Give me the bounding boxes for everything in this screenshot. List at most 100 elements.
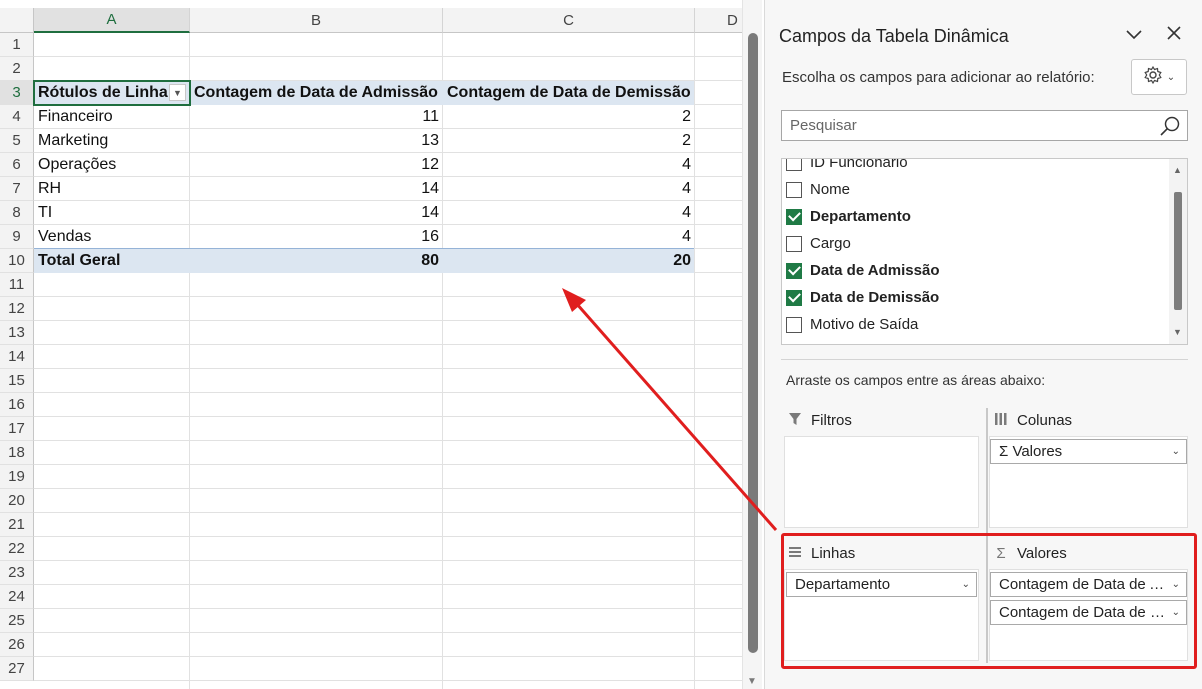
row-labels-filter-button[interactable]: ▼: [169, 84, 186, 101]
row-header[interactable]: 17: [0, 417, 34, 441]
row-header[interactable]: 23: [0, 561, 34, 585]
field-item[interactable]: Departamento: [786, 203, 911, 230]
gridline: [34, 488, 742, 489]
area-label-text: Colunas: [1017, 412, 1073, 429]
pivot-value-cell[interactable]: 12: [190, 153, 443, 177]
row-header[interactable]: 5: [0, 129, 34, 153]
field-item[interactable]: Cargo: [786, 230, 851, 257]
pivot-row-label[interactable]: Financeiro: [34, 105, 168, 129]
row-header[interactable]: 27: [0, 657, 34, 681]
values-field-demissao[interactable]: Contagem de Data de Demissão ⌄: [990, 600, 1187, 625]
field-checkbox[interactable]: [786, 159, 802, 171]
row-header[interactable]: 6: [0, 153, 34, 177]
row-header[interactable]: 12: [0, 297, 34, 321]
pivot-value-cell[interactable]: 13: [190, 129, 443, 153]
spreadsheet-grid[interactable]: A B C D 1 2 3 4 5 6 7 8 9 10 11 12 13 14 15 16 17 18 19 20 2…: [0, 0, 742, 689]
field-search-box[interactable]: [781, 110, 1188, 141]
scroll-up-arrow-icon[interactable]: ▲: [1173, 165, 1182, 175]
chevron-down-icon[interactable]: [1123, 25, 1145, 48]
row-header[interactable]: 11: [0, 273, 34, 297]
pivot-row-label[interactable]: TI: [34, 201, 168, 225]
row-header[interactable]: 16: [0, 393, 34, 417]
chevron-down-icon: ⌄: [1171, 607, 1180, 618]
field-item[interactable]: Data de Demissão: [786, 284, 939, 311]
sheet-vertical-scrollbar[interactable]: ▼: [742, 0, 762, 689]
field-label: Data de Admissão: [810, 262, 940, 279]
row-header[interactable]: 26: [0, 633, 34, 657]
row-header[interactable]: 10: [0, 249, 34, 273]
scroll-down-arrow-icon[interactable]: ▼: [747, 676, 757, 687]
column-header-c[interactable]: C: [443, 8, 695, 33]
pivot-value-cell[interactable]: 4: [443, 177, 695, 201]
tools-button[interactable]: ⌄: [1131, 59, 1187, 95]
field-item[interactable]: Data de Admissão: [786, 257, 940, 284]
field-list[interactable]: ID Funcionário Nome Departamento Cargo Data …: [781, 158, 1188, 345]
row-header[interactable]: 19: [0, 465, 34, 489]
pivot-header-cell[interactable]: Contagem de Data de Admissão: [190, 81, 443, 105]
pivot-total-label[interactable]: Total Geral: [34, 249, 168, 273]
row-header[interactable]: 14: [0, 345, 34, 369]
search-input[interactable]: [782, 111, 1152, 140]
pivot-row-label[interactable]: Vendas: [34, 225, 168, 249]
pivot-row-label[interactable]: RH: [34, 177, 168, 201]
filters-drop-area[interactable]: [784, 436, 979, 528]
pivot-row-label[interactable]: Marketing: [34, 129, 168, 153]
search-icon[interactable]: [1159, 115, 1181, 137]
gridline: [34, 368, 742, 369]
row-header[interactable]: 2: [0, 57, 34, 81]
pivot-total-value[interactable]: 20: [443, 249, 695, 273]
row-header[interactable]: 8: [0, 201, 34, 225]
row-header[interactable]: 22: [0, 537, 34, 561]
column-header-d[interactable]: D: [695, 8, 742, 33]
pivot-value-cell[interactable]: 16: [190, 225, 443, 249]
rows-icon: [787, 545, 803, 562]
row-header[interactable]: 9: [0, 225, 34, 249]
pivot-value-cell[interactable]: 2: [443, 105, 695, 129]
pivot-value-cell[interactable]: 14: [190, 201, 443, 225]
field-checkbox[interactable]: [786, 316, 802, 333]
scrollbar-thumb[interactable]: [1174, 192, 1182, 310]
field-checkbox[interactable]: [786, 262, 802, 279]
field-item[interactable]: Nome: [786, 176, 850, 203]
row-header[interactable]: 24: [0, 585, 34, 609]
pivot-row-label[interactable]: Operações: [34, 153, 168, 177]
close-icon[interactable]: [1163, 25, 1185, 46]
field-checkbox[interactable]: [786, 289, 802, 306]
rows-field-departamento[interactable]: Departamento ⌄: [786, 572, 977, 597]
field-checkbox[interactable]: [786, 235, 802, 252]
pivot-value-cell[interactable]: 4: [443, 225, 695, 249]
row-header[interactable]: 25: [0, 609, 34, 633]
gridline: [34, 344, 742, 345]
row-header[interactable]: 21: [0, 513, 34, 537]
pivot-value-cell[interactable]: 4: [443, 153, 695, 177]
row-header[interactable]: 15: [0, 369, 34, 393]
row-header[interactable]: 18: [0, 441, 34, 465]
values-field-admissao[interactable]: Contagem de Data de Admissão ⌄: [990, 572, 1187, 597]
field-list-scrollbar[interactable]: ▲ ▼: [1169, 159, 1187, 344]
scrollbar-thumb[interactable]: [748, 33, 758, 653]
row-header[interactable]: 3: [0, 81, 34, 105]
field-item[interactable]: ID Funcionário: [786, 159, 908, 176]
pivot-value-cell[interactable]: 4: [443, 201, 695, 225]
field-checkbox[interactable]: [786, 181, 802, 198]
pivot-header-cell[interactable]: Rótulos de Linha: [34, 81, 168, 105]
gridline: [34, 464, 742, 465]
pivot-value-cell[interactable]: 11: [190, 105, 443, 129]
pivot-value-cell[interactable]: 14: [190, 177, 443, 201]
pivot-value-cell[interactable]: 2: [443, 129, 695, 153]
row-header[interactable]: 13: [0, 321, 34, 345]
column-header-b[interactable]: B: [190, 8, 443, 33]
pivot-header-cell[interactable]: Contagem de Data de Demissão: [443, 81, 695, 105]
area-label-rows: Linhas: [787, 545, 855, 562]
row-header[interactable]: 4: [0, 105, 34, 129]
row-header[interactable]: 20: [0, 489, 34, 513]
row-header[interactable]: 7: [0, 177, 34, 201]
pivot-total-value[interactable]: 80: [190, 249, 443, 273]
column-header-a[interactable]: A: [34, 8, 190, 33]
row-header[interactable]: 1: [0, 33, 34, 57]
field-item[interactable]: Motivo de Saída: [786, 311, 918, 338]
field-checkbox[interactable]: [786, 208, 802, 225]
columns-field-valores[interactable]: Σ Valores ⌄: [990, 439, 1187, 464]
scroll-down-arrow-icon[interactable]: ▼: [1173, 327, 1182, 337]
select-all-corner[interactable]: [0, 8, 34, 33]
